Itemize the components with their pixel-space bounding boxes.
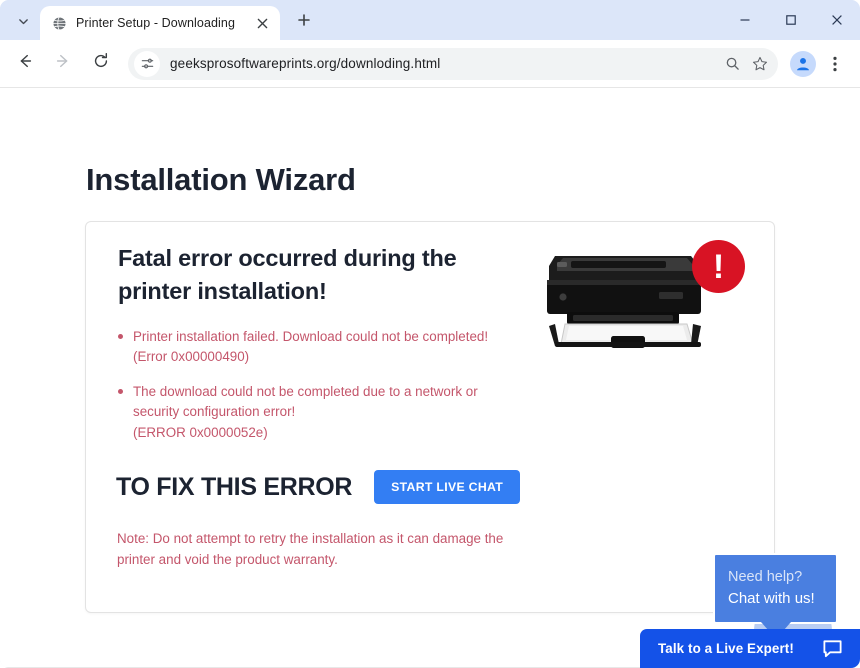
warning-note: Note: Do not attempt to retry the instal… [117, 529, 537, 571]
address-bar-actions [718, 50, 774, 78]
error-card: Fatal error occurred during the printer … [85, 221, 775, 613]
chat-invite-bubble[interactable]: Need help? Chat with us! [713, 553, 838, 624]
window-close-button[interactable] [814, 0, 860, 40]
fix-error-label: TO FIX THIS ERROR [116, 473, 352, 502]
tab-strip: Printer Setup - Downloading [0, 0, 860, 40]
profile-avatar-icon[interactable] [790, 51, 816, 77]
forward-button[interactable] [46, 47, 80, 81]
three-dot-menu-icon[interactable] [820, 49, 850, 79]
back-arrow-icon [16, 52, 34, 75]
printer-illustration: ! [541, 240, 751, 370]
start-live-chat-button[interactable]: START LIVE CHAT [374, 470, 520, 504]
star-icon[interactable] [746, 50, 774, 78]
window-minimize-button[interactable] [722, 0, 768, 40]
page-settings-icon[interactable] [134, 51, 160, 77]
back-button[interactable] [8, 47, 42, 81]
error-badge-icon: ! [692, 240, 745, 293]
tab-search-button[interactable] [6, 6, 40, 36]
error-heading: Fatal error occurred during the printer … [118, 242, 518, 309]
globe-icon [51, 15, 67, 31]
chevron-down-icon [17, 15, 30, 28]
plus-icon [297, 13, 311, 32]
web-page-content: Installation Wizard Fatal error occurred… [0, 88, 860, 668]
chat-bubble-line-2: Chat with us! [728, 588, 823, 609]
tab-close-button[interactable] [252, 13, 272, 33]
error-bullet-item: The download could not be completed due … [116, 382, 526, 443]
fix-error-row: TO FIX THIS ERROR START LIVE CHAT [116, 470, 520, 504]
error-bullet-text: Printer installation failed. Download co… [133, 329, 488, 344]
chat-bubble-line-1: Need help? [728, 567, 823, 588]
window-controls [722, 0, 860, 40]
address-bar[interactable]: geeksprosoftwareprints.org/downloding.ht… [128, 48, 778, 80]
error-bullet-list: Printer installation failed. Download co… [116, 327, 526, 457]
page-viewport: Installation Wizard Fatal error occurred… [0, 88, 860, 668]
window-maximize-button[interactable] [768, 0, 814, 40]
talk-to-expert-bar[interactable]: Talk to a Live Expert! [640, 629, 860, 668]
error-code: (Error 0x00000490) [133, 347, 526, 367]
toolbar-right-actions [786, 49, 850, 79]
browser-toolbar: geeksprosoftwareprints.org/downloding.ht… [0, 40, 860, 88]
error-code: (ERROR 0x0000052e) [133, 423, 526, 443]
browser-window: Printer Setup - Downloading [0, 0, 860, 668]
forward-arrow-icon [54, 52, 72, 75]
error-bullet-item: Printer installation failed. Download co… [116, 327, 526, 368]
browser-tab[interactable]: Printer Setup - Downloading [40, 6, 280, 40]
chat-bubble-icon [822, 638, 843, 659]
reload-icon [92, 52, 110, 75]
new-tab-button[interactable] [290, 8, 318, 36]
reload-button[interactable] [84, 47, 118, 81]
error-bullet-text: The download could not be completed due … [133, 384, 478, 419]
black-laser-printer-icon [541, 240, 716, 360]
url-text: geeksprosoftwareprints.org/downloding.ht… [170, 56, 718, 71]
search-icon[interactable] [718, 50, 746, 78]
talk-to-expert-label: Talk to a Live Expert! [658, 641, 794, 656]
page-title: Installation Wizard [86, 162, 356, 198]
tab-title: Printer Setup - Downloading [76, 16, 246, 30]
